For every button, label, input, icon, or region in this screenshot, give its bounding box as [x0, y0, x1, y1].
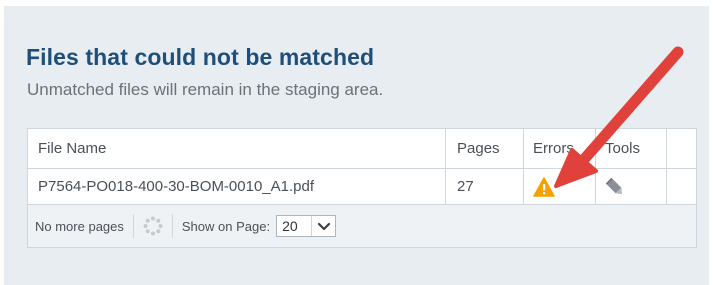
select-divider	[311, 216, 313, 236]
extra-cell	[667, 169, 696, 204]
page-size-value: 20	[282, 218, 298, 234]
show-on-page-label: Show on Page:	[181, 218, 271, 234]
unmatched-files-table: File Name Pages Errors Tools P7564-PO018…	[27, 128, 697, 248]
pages-cell: 27	[446, 169, 524, 204]
warning-icon[interactable]	[533, 176, 555, 197]
panel-subtitle: Unmatched files will remain in the stagi…	[27, 80, 384, 99]
table-header-row: File Name Pages Errors Tools	[28, 129, 696, 169]
tools-cell	[596, 169, 667, 204]
no-more-pages-label: No more pages	[35, 218, 124, 234]
column-header-pages[interactable]: Pages	[446, 129, 524, 168]
spinner-icon	[143, 216, 163, 236]
column-header-file-name[interactable]: File Name	[28, 129, 446, 168]
page: Files that could not be matched Unmatche…	[0, 0, 713, 285]
pencil-icon[interactable]	[605, 177, 625, 197]
panel-title: Files that could not be matched	[26, 44, 375, 70]
error-cell	[524, 169, 596, 204]
pagination-bar: No more pages Show on Page: 20	[28, 205, 696, 247]
page-size-select[interactable]: 20	[276, 215, 337, 237]
column-header-tools: Tools	[596, 129, 667, 168]
column-header-extra	[667, 129, 696, 168]
file-name-cell: P7564-PO018-400-30-BOM-0010_A1.pdf	[28, 169, 446, 204]
chevron-down-icon[interactable]	[317, 220, 331, 232]
column-header-errors[interactable]: Errors	[524, 129, 596, 168]
pager-divider	[171, 214, 173, 238]
table-row: P7564-PO018-400-30-BOM-0010_A1.pdf 27	[28, 169, 696, 205]
pager-divider	[132, 214, 134, 238]
